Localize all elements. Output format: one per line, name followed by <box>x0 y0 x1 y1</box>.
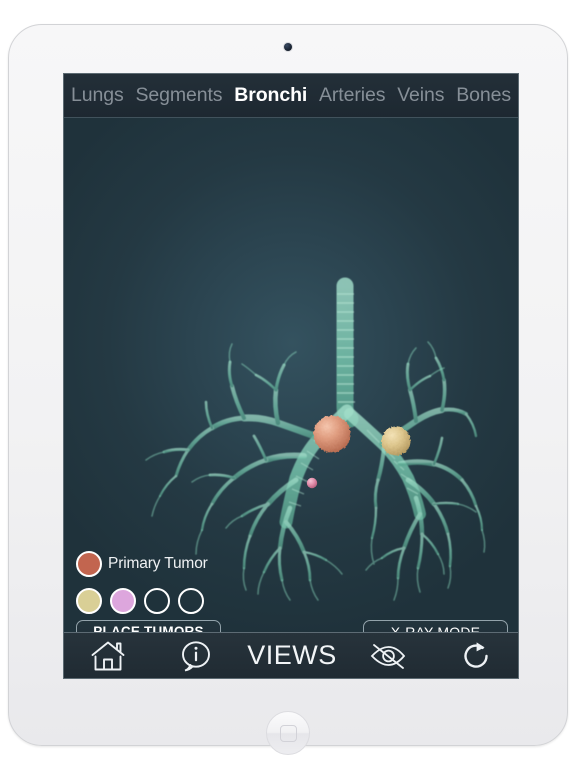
tab-bones[interactable]: Bones <box>456 84 511 107</box>
reset-view-button[interactable] <box>439 636 513 676</box>
anatomy-viewport[interactable]: Primary Tumor PLACE TUMORS on|off X-RAY … <box>64 118 518 678</box>
bottom-toolbar: VIEWS <box>64 632 518 678</box>
tumor-secondary <box>381 426 411 456</box>
tumor-small <box>306 477 318 489</box>
swatch-empty-1[interactable] <box>144 588 170 614</box>
tab-segments[interactable]: Segments <box>135 84 222 107</box>
swatch-tan[interactable] <box>76 588 102 614</box>
info-button[interactable] <box>159 636 233 676</box>
refresh-arrowhead <box>476 641 485 651</box>
device-home-button[interactable] <box>266 711 310 755</box>
swatch-orchid[interactable] <box>110 588 136 614</box>
tumor-primary <box>313 415 351 453</box>
top-navigation-bar: Lungs Segments Bronchi Arteries Veins Bo… <box>64 74 518 118</box>
home-button[interactable] <box>71 636 145 676</box>
legend-primary-tumor: Primary Tumor <box>76 551 208 577</box>
refresh-icon <box>464 641 488 668</box>
home-icon <box>91 641 125 670</box>
views-button[interactable]: VIEWS <box>247 640 337 671</box>
swatch-primary-tumor[interactable] <box>76 551 102 577</box>
tab-arteries[interactable]: Arteries <box>319 84 385 107</box>
tab-veins[interactable]: Veins <box>397 84 444 107</box>
tab-lungs[interactable]: Lungs <box>71 84 124 107</box>
eye-slash-icon <box>370 643 406 669</box>
tab-bronchi[interactable]: Bronchi <box>234 84 307 107</box>
legend-primary-tumor-label: Primary Tumor <box>108 555 208 572</box>
hide-structures-button[interactable] <box>351 636 425 676</box>
front-camera-icon <box>284 43 292 51</box>
info-bubble-icon <box>182 640 211 671</box>
swatch-empty-2[interactable] <box>178 588 204 614</box>
tumor-color-swatches <box>76 588 204 614</box>
tablet-screen: Lungs Segments Bronchi Arteries Veins Bo… <box>63 73 519 679</box>
tablet-device: Lungs Segments Bronchi Arteries Veins Bo… <box>8 24 568 755</box>
